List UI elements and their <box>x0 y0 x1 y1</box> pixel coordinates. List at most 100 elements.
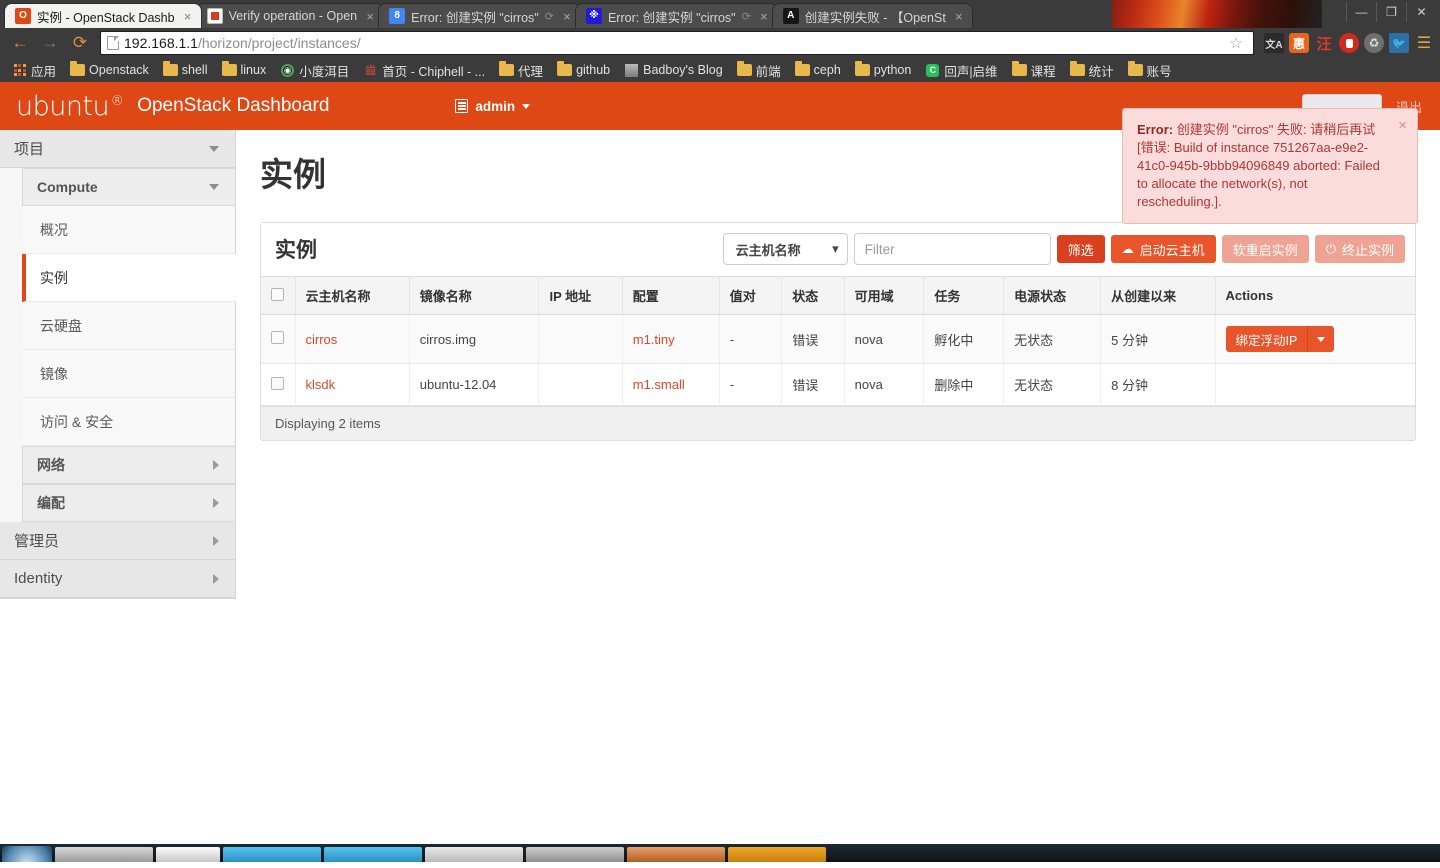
bookmark-echo[interactable]: C 回声|启维 <box>919 59 1003 82</box>
bookmark-proxy[interactable]: 代理 <box>493 59 549 82</box>
table-row[interactable]: cirros cirros.img m1.tiny - 错误 nova 孵化中 … <box>261 314 1415 364</box>
row-checkbox[interactable] <box>271 376 284 390</box>
row-actions-dropdown-toggle[interactable] <box>1308 336 1334 342</box>
bookmark-shell[interactable]: shell <box>157 61 214 79</box>
filter-field-select[interactable]: 云主机名称 ▾ <box>722 233 848 265</box>
column-header-keypair[interactable]: 值对 <box>719 276 783 315</box>
browser-tab-2[interactable]: 8 Error: 创建实例 "cirros" ⟳ × <box>378 3 581 28</box>
bookmark-github[interactable]: github <box>551 61 616 79</box>
launch-instance-button[interactable]: ☁ 启动云主机 <box>1110 235 1216 263</box>
soft-reboot-button[interactable]: 软重启实例 <box>1221 235 1309 263</box>
sidebar-section-admin[interactable]: 管理员 <box>0 522 235 560</box>
column-header-uptime[interactable]: 从创建以来 <box>1100 276 1216 315</box>
column-header-name[interactable]: 云主机名称 <box>295 276 410 315</box>
window-minimize-button[interactable]: — <box>1346 2 1376 22</box>
sidebar-item-volumes[interactable]: 云硬盘 <box>22 302 235 350</box>
browser-tab-0[interactable]: O 实例 - OpenStack Dashb × <box>4 3 202 28</box>
bookmark-account[interactable]: 账号 <box>1122 59 1178 82</box>
sidebar-item-access-security[interactable]: 访问 & 安全 <box>22 398 235 446</box>
instance-name-link[interactable]: cirros <box>306 332 338 347</box>
bookmark-stats[interactable]: 统计 <box>1064 59 1120 82</box>
bookmark-linux[interactable]: linux <box>216 61 273 79</box>
reload-icon[interactable]: ⟳ <box>66 30 94 56</box>
taskbar-item[interactable] <box>324 847 422 862</box>
window-controls: — ❐ ✕ <box>1346 2 1436 22</box>
bookmark-chiphell[interactable]: 齒 首页 - Chiphell - ... <box>357 59 491 82</box>
taskbar-item[interactable] <box>627 847 725 862</box>
sidebar-section-identity[interactable]: Identity <box>0 560 235 598</box>
translate-icon[interactable]: 文A <box>1264 33 1284 53</box>
taskbar-item[interactable] <box>425 847 523 862</box>
column-header-flavor[interactable]: 配置 <box>622 276 720 315</box>
taskbar-item[interactable] <box>55 847 153 862</box>
taskbar-item[interactable] <box>728 847 826 862</box>
bookmark-ceph[interactable]: ceph <box>789 61 847 79</box>
browser-tab-4[interactable]: A 创建实例失败 - 【OpenSt × <box>771 3 973 28</box>
forward-icon[interactable]: → <box>36 30 64 56</box>
sidebar-group-network[interactable]: 网络 <box>22 446 235 484</box>
bookmark-badboy-blog[interactable]: Badboy's Blog <box>618 61 729 79</box>
column-header-task[interactable]: 任务 <box>923 276 1005 315</box>
tab-close-icon[interactable]: × <box>757 10 771 23</box>
address-bar[interactable]: 192.168.1.1/horizon/project/instances/ ☆ <box>100 31 1254 55</box>
row-checkbox[interactable] <box>271 331 284 344</box>
window-maximize-button[interactable]: ❐ <box>1376 2 1406 22</box>
bird-icon[interactable]: 🐦 <box>1389 33 1409 53</box>
sidebar-section-project[interactable]: 项目 <box>0 130 235 168</box>
taskbar-item[interactable] <box>223 847 321 862</box>
column-header-status[interactable]: 状态 <box>781 276 845 315</box>
instance-name-link[interactable]: klsdk <box>306 377 336 392</box>
window-close-button[interactable]: ✕ <box>1406 2 1436 22</box>
table-row[interactable]: klsdk ubuntu-12.04 m1.small - 错误 nova 删除… <box>261 363 1415 406</box>
taskbar-item[interactable] <box>156 847 220 862</box>
column-header-power[interactable]: 电源状态 <box>1003 276 1102 315</box>
adblock-icon[interactable] <box>1339 33 1359 53</box>
bookmark-openstack[interactable]: Openstack <box>64 61 155 79</box>
user-menu[interactable]: admin <box>455 99 531 114</box>
bookmark-xiaodu[interactable]: ◉ 小度洱目 <box>274 59 355 82</box>
bookmark-course[interactable]: 课程 <box>1006 59 1062 82</box>
tab-close-icon[interactable]: × <box>952 10 966 23</box>
photo-icon <box>624 63 639 77</box>
back-icon[interactable]: ← <box>6 30 34 56</box>
browser-tab-3[interactable]: ※ Error: 创建实例 "cirros" ⟳ × <box>574 3 778 28</box>
cell-task: 删除中 <box>923 363 1005 406</box>
alert-close-icon[interactable]: × <box>1398 117 1407 135</box>
tab-close-icon[interactable]: × <box>363 10 377 23</box>
associate-floating-ip-button[interactable]: 绑定浮动IP <box>1225 326 1335 352</box>
browser-menu-icon[interactable]: ☰ <box>1414 33 1434 53</box>
terminate-instances-button[interactable]: ⏻ 终止实例 <box>1314 235 1405 263</box>
column-header-image[interactable]: 镜像名称 <box>409 276 540 315</box>
bookmark-frontend[interactable]: 前端 <box>731 59 787 82</box>
sidebar-group-orchestration[interactable]: 编配 <box>22 484 235 522</box>
bookmark-python[interactable]: python <box>849 61 918 79</box>
bookmark-label: 账号 <box>1146 64 1172 79</box>
tab-spinner-icon: ⟳ <box>741 10 751 23</box>
browser-tab-1[interactable]: Verify operation - Open × <box>195 3 385 28</box>
search-input[interactable]: Filter <box>853 233 1051 265</box>
filter-button[interactable]: 筛选 <box>1056 235 1105 263</box>
recycle-icon[interactable]: ♻ <box>1364 33 1384 53</box>
column-header-zone[interactable]: 可用域 <box>844 276 925 315</box>
instances-toolbar: 实例 云主机名称 ▾ Filter 筛选 ☁ 启动云主机 软重启实例 ⏻ 终止实… <box>261 223 1415 276</box>
bookmark-star-icon[interactable]: ☆ <box>1225 34 1247 52</box>
flavor-link[interactable]: m1.small <box>633 377 685 392</box>
select-all-checkbox[interactable] <box>271 287 284 301</box>
tab-close-icon[interactable]: × <box>560 10 574 23</box>
select-all-header <box>261 276 296 315</box>
hui-icon[interactable]: 惠 <box>1289 33 1309 53</box>
taskbar-item[interactable] <box>526 847 624 862</box>
sidebar-item-label: 实例 <box>40 269 68 286</box>
column-header-ip[interactable]: IP 地址 <box>538 276 623 315</box>
browser-chrome: O 实例 - OpenStack Dashb × Verify operatio… <box>0 0 1440 82</box>
dashboard-title: OpenStack Dashboard <box>137 95 330 116</box>
wang-icon[interactable]: 汪 <box>1314 33 1334 53</box>
sidebar-group-compute[interactable]: Compute <box>22 168 235 206</box>
bookmark-apps[interactable]: 应用 <box>6 59 62 82</box>
sidebar-item-images[interactable]: 镜像 <box>22 350 235 398</box>
sidebar-item-overview[interactable]: 概况 <box>22 206 235 254</box>
tab-close-icon[interactable]: × <box>181 10 195 23</box>
taskbar-start-button[interactable] <box>2 846 52 862</box>
flavor-link[interactable]: m1.tiny <box>633 332 675 347</box>
sidebar-item-instances[interactable]: 实例 <box>22 254 236 302</box>
